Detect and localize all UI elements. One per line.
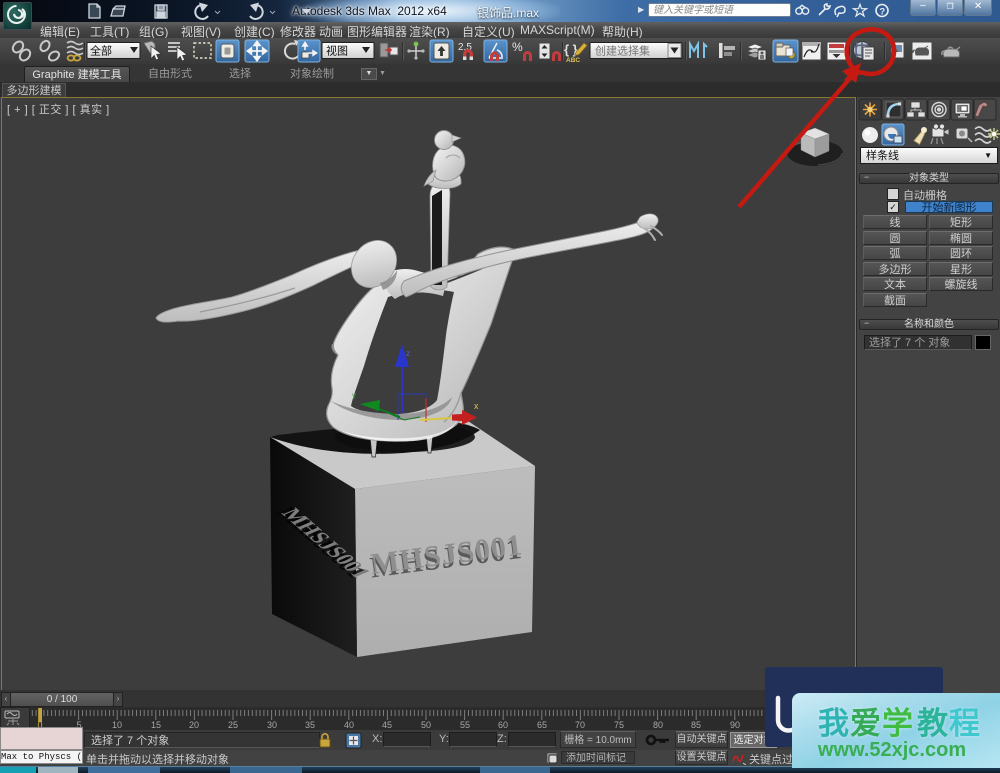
svg-text:90: 90: [730, 720, 740, 730]
svg-text:55: 55: [460, 720, 470, 730]
svg-text:35: 35: [305, 720, 315, 730]
svg-text:50: 50: [421, 720, 431, 730]
svg-text:75: 75: [614, 720, 624, 730]
svg-text:30: 30: [267, 720, 277, 730]
svg-text:z: z: [406, 349, 410, 358]
svg-text:全部: 全部: [90, 44, 112, 58]
svg-text:60: 60: [498, 720, 508, 730]
svg-text:?: ?: [879, 6, 885, 17]
svg-text:10: 10: [112, 720, 122, 730]
svg-text:15: 15: [151, 720, 161, 730]
svg-text:80: 80: [653, 720, 663, 730]
svg-text:y: y: [352, 391, 356, 400]
svg-text:x: x: [474, 401, 479, 411]
svg-text:25: 25: [228, 720, 238, 730]
svg-text:ABC: ABC: [566, 57, 580, 64]
svg-text:85: 85: [691, 720, 701, 730]
svg-text:70: 70: [575, 720, 585, 730]
svg-text:20: 20: [189, 720, 199, 730]
svg-text:45: 45: [382, 720, 392, 730]
svg-text:65: 65: [537, 720, 547, 730]
svg-text:%: %: [512, 40, 523, 54]
svg-text:视图: 视图: [326, 44, 348, 58]
svg-text:40: 40: [344, 720, 354, 730]
svg-text:创建选择集: 创建选择集: [595, 44, 650, 58]
